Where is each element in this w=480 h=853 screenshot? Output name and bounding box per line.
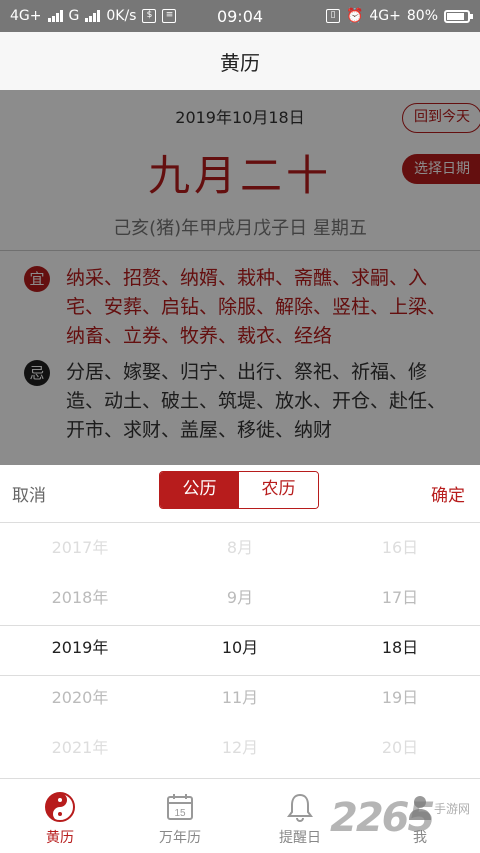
wheel-item-month[interactable]: 8月 bbox=[160, 523, 320, 573]
signal-icon bbox=[85, 10, 101, 22]
status-bar: 4G+ G 0K/s $ ≡ 09:04 ▯ ⏰ 4G+ 80% bbox=[0, 0, 480, 32]
tab-solar[interactable]: 公历 bbox=[160, 472, 239, 508]
wheel-item-day[interactable]: 16日 bbox=[320, 523, 480, 573]
nav-label: 黄历 bbox=[46, 830, 74, 846]
watermark: 2265 手游网 bbox=[330, 790, 480, 850]
speed-label: 0K/s bbox=[106, 8, 137, 24]
month-wheel[interactable]: 8月 9月 10月 11月 12月 bbox=[160, 523, 320, 778]
watermark-text: 手游网 bbox=[434, 802, 471, 816]
wheel-item-day[interactable]: 17日 bbox=[320, 573, 480, 623]
year-wheel[interactable]: 2017年 2018年 2019年 2020年 2021年 bbox=[0, 523, 160, 778]
wheel-item-day[interactable]: 19日 bbox=[320, 673, 480, 723]
network-left-label: 4G+ bbox=[10, 8, 42, 24]
calendar-icon: 15 bbox=[167, 794, 193, 820]
day-wheel[interactable]: 16日 17日 18日 19日 20日 bbox=[320, 523, 480, 778]
wheel-item-year[interactable]: 2018年 bbox=[0, 573, 160, 623]
wheel-item-day[interactable]: 20日 bbox=[320, 723, 480, 773]
modal-overlay[interactable] bbox=[0, 90, 480, 465]
calendar-icon-day: 15 bbox=[174, 808, 186, 819]
cancel-button[interactable]: 取消 bbox=[12, 481, 46, 506]
calendar-type-toggle: 公历 农历 bbox=[159, 471, 319, 509]
watermark-number: 2265 bbox=[330, 795, 435, 841]
wheel-item-year[interactable]: 2020年 bbox=[0, 673, 160, 723]
confirm-button[interactable]: 确定 bbox=[431, 481, 465, 506]
network-right-label: 4G+ bbox=[369, 8, 401, 24]
network-mid-label: G bbox=[68, 8, 80, 24]
signal-icon bbox=[47, 10, 63, 22]
battery-label: 80% bbox=[406, 8, 438, 24]
wheel-item-year-selected[interactable]: 2019年 bbox=[0, 623, 160, 673]
wheel-item-month[interactable]: 12月 bbox=[160, 723, 320, 773]
bell-icon bbox=[287, 793, 313, 822]
wheel-item-year[interactable]: 2021年 bbox=[0, 723, 160, 773]
wheel-item-month[interactable]: 9月 bbox=[160, 573, 320, 623]
page-title: 黄历 bbox=[220, 50, 260, 75]
yin-yang-icon bbox=[45, 792, 75, 822]
tab-lunar[interactable]: 农历 bbox=[239, 472, 318, 508]
nav-label: 万年历 bbox=[159, 830, 201, 846]
sim-icon: ≡ bbox=[162, 9, 177, 23]
wheel-item-day-selected[interactable]: 18日 bbox=[320, 623, 480, 673]
wheel-item-month[interactable]: 11月 bbox=[160, 673, 320, 723]
battery-icon bbox=[444, 9, 473, 23]
alarm-icon: ⏰ bbox=[345, 8, 364, 24]
picker-header: 取消 公历 农历 确定 bbox=[0, 465, 480, 521]
nav-item-calendar[interactable]: 15 万年历 bbox=[120, 779, 240, 853]
date-picker-sheet: 取消 公历 农历 确定 2017年 2018年 2019年 2020年 2021… bbox=[0, 465, 480, 778]
wheel-item-year[interactable]: 2017年 bbox=[0, 523, 160, 573]
wheel-item-month-selected[interactable]: 10月 bbox=[160, 623, 320, 673]
app-header: 黄历 bbox=[0, 32, 480, 90]
nav-item-almanac[interactable]: 黄历 bbox=[0, 779, 120, 853]
notification-icon: $ bbox=[142, 9, 157, 23]
vibrate-icon: ▯ bbox=[325, 9, 340, 23]
